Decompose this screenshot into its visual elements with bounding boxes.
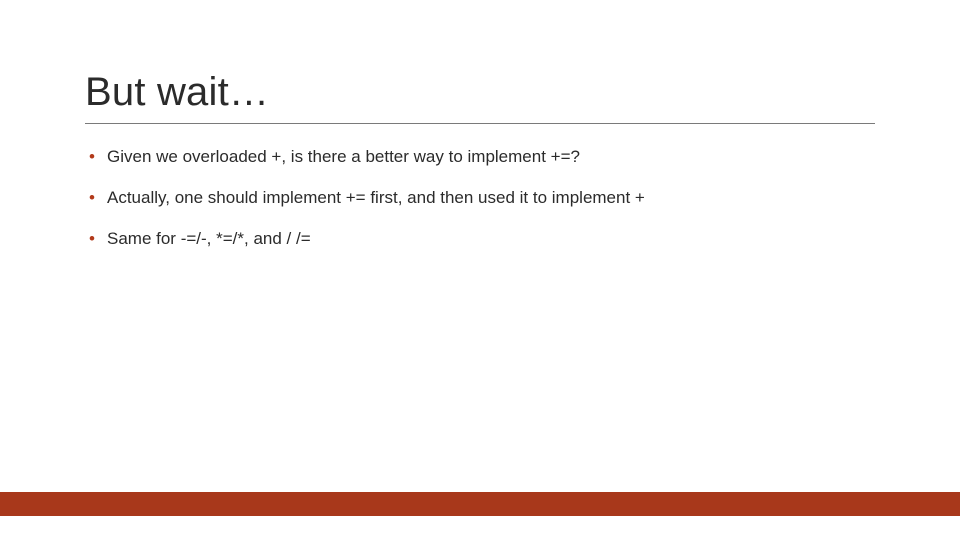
slide: But wait… Given we overloaded +, is ther… [0, 0, 960, 540]
footer-accent-bar [0, 492, 960, 516]
bullet-item: Actually, one should implement += first,… [85, 187, 875, 210]
bullet-list: Given we overloaded +, is there a better… [85, 146, 875, 251]
bullet-item: Given we overloaded +, is there a better… [85, 146, 875, 169]
slide-title: But wait… [85, 70, 875, 124]
bullet-item: Same for -=/-, *=/*, and / /= [85, 228, 875, 251]
